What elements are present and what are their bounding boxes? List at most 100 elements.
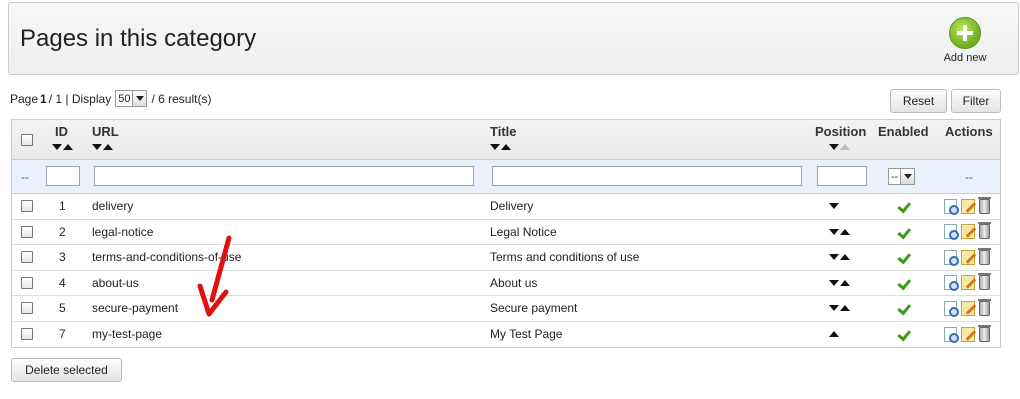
row-url[interactable]: terms-and-conditions-of-use (92, 245, 241, 270)
row-title[interactable]: Delivery (490, 194, 533, 219)
page-prefix: Page (10, 91, 39, 106)
delete-icon[interactable] (978, 247, 991, 265)
delete-icon[interactable] (978, 196, 991, 214)
move-down-icon[interactable] (829, 228, 839, 235)
row-url[interactable]: my-test-page (92, 322, 162, 348)
enabled-check-icon[interactable] (899, 201, 913, 211)
row-id: 2 (59, 224, 66, 239)
view-icon[interactable] (944, 275, 959, 292)
sort-desc-icon[interactable] (829, 144, 839, 150)
display-count-select[interactable]: 50 (115, 90, 148, 107)
add-new-label: Add new (943, 52, 987, 64)
page-current: 1 (40, 91, 47, 106)
view-icon[interactable] (944, 326, 959, 343)
delete-icon[interactable] (978, 222, 991, 240)
row-actions (944, 245, 991, 270)
col-url-header: URL (92, 124, 119, 139)
move-up-icon[interactable] (829, 331, 839, 338)
row-select-cell (21, 296, 33, 321)
col-id-header: ID (55, 124, 68, 139)
edit-icon[interactable] (961, 300, 975, 316)
row-title[interactable]: Secure payment (490, 296, 577, 321)
row-url[interactable]: delivery (92, 194, 133, 219)
edit-icon[interactable] (961, 275, 975, 291)
page-title: Pages in this category (20, 25, 257, 52)
edit-icon[interactable] (961, 326, 975, 342)
move-up-icon[interactable] (840, 279, 850, 286)
row-id: 4 (59, 275, 66, 290)
row-checkbox[interactable] (21, 200, 33, 213)
select-all-checkbox[interactable] (21, 133, 33, 146)
row-title[interactable]: About us (490, 271, 537, 296)
col-title-header: Title (490, 124, 517, 139)
sort-asc-icon[interactable] (501, 144, 511, 150)
edit-icon[interactable] (961, 198, 975, 214)
row-url[interactable]: secure-payment (92, 296, 178, 321)
sort-desc-icon[interactable] (92, 144, 102, 150)
enabled-check-icon[interactable] (899, 329, 913, 339)
sort-asc-icon[interactable] (63, 144, 73, 150)
sort-asc-icon[interactable] (840, 144, 850, 150)
delete-icon[interactable] (978, 324, 991, 342)
row-title[interactable]: Terms and conditions of use (490, 245, 639, 270)
view-icon[interactable] (944, 224, 959, 241)
row-id: 1 (59, 199, 66, 214)
enabled-check-icon[interactable] (899, 303, 913, 313)
row-enabled[interactable] (899, 296, 913, 321)
move-up-icon[interactable] (840, 228, 850, 235)
row-checkbox[interactable] (21, 328, 33, 341)
move-up-icon[interactable] (840, 305, 850, 312)
row-select-cell (21, 322, 33, 348)
row-enabled[interactable] (899, 220, 913, 245)
move-down-icon[interactable] (829, 203, 839, 210)
chevron-down-icon (132, 91, 147, 106)
edit-icon[interactable] (961, 249, 975, 265)
enabled-check-icon[interactable] (899, 252, 913, 262)
sort-desc-icon[interactable] (490, 144, 500, 150)
move-up-icon[interactable] (840, 254, 850, 261)
row-checkbox[interactable] (21, 276, 33, 289)
delete-icon[interactable] (978, 298, 991, 316)
actions-filter-dash: -- (965, 169, 973, 184)
select-all-cell (21, 120, 33, 159)
sort-asc-icon[interactable] (103, 144, 113, 150)
delete-icon[interactable] (978, 273, 991, 291)
row-checkbox[interactable] (21, 251, 33, 264)
sort-desc-icon[interactable] (52, 144, 62, 150)
url-filter-input[interactable] (94, 166, 474, 186)
enabled-check-icon[interactable] (899, 278, 913, 288)
title-filter-input[interactable] (492, 166, 802, 186)
enabled-filter-select[interactable]: -- (888, 168, 916, 185)
move-down-icon[interactable] (829, 305, 839, 312)
reset-button[interactable]: Reset (890, 89, 947, 113)
row-actions (944, 296, 991, 321)
row-url[interactable]: legal-notice (92, 220, 153, 245)
row-enabled[interactable] (899, 271, 913, 296)
col-enabled-header: Enabled (878, 124, 929, 139)
delete-selected-button[interactable]: Delete selected (11, 358, 122, 382)
position-filter-input[interactable] (817, 166, 867, 186)
move-down-icon[interactable] (829, 279, 839, 286)
filter-button[interactable]: Filter (951, 89, 1001, 113)
enabled-check-icon[interactable] (899, 227, 913, 237)
row-url[interactable]: about-us (92, 271, 139, 296)
row-enabled[interactable] (899, 322, 913, 348)
row-checkbox[interactable] (21, 225, 33, 238)
table-row: 7 my-test-page My Test Page (12, 321, 1000, 348)
row-actions (944, 322, 991, 348)
row-select-cell (21, 271, 33, 296)
row-enabled[interactable] (899, 194, 913, 219)
view-icon[interactable] (944, 198, 959, 215)
row-checkbox[interactable] (21, 302, 33, 315)
view-icon[interactable] (944, 300, 959, 317)
row-enabled[interactable] (899, 245, 913, 270)
row-title[interactable]: My Test Page (490, 322, 562, 348)
add-new-button[interactable]: Add new (940, 17, 990, 64)
edit-icon[interactable] (961, 224, 975, 240)
enabled-filter-cell: -- (886, 160, 917, 193)
row-title[interactable]: Legal Notice (490, 220, 557, 245)
table-body: 1 delivery Delivery 2 legal-notice Legal Noti… (12, 194, 1000, 347)
id-filter-input[interactable] (46, 166, 80, 186)
view-icon[interactable] (944, 249, 959, 266)
move-down-icon[interactable] (829, 254, 839, 261)
